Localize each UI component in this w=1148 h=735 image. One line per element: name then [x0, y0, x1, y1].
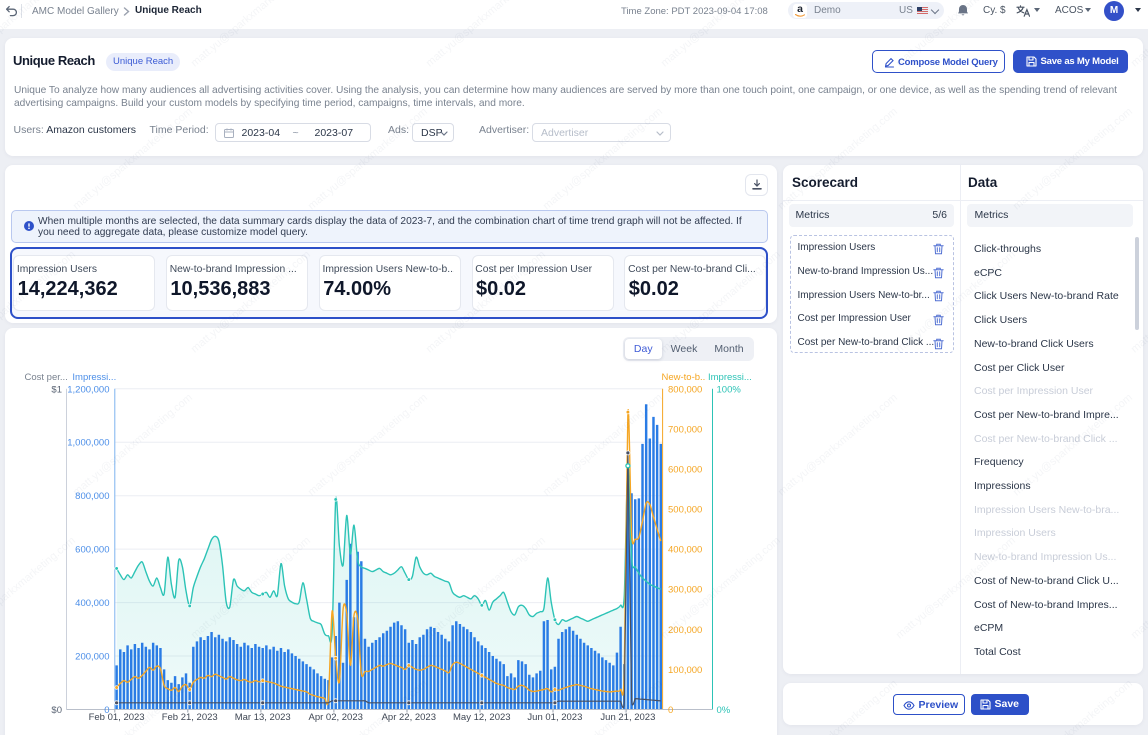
- svg-text:100,000: 100,000: [668, 664, 702, 675]
- svg-text:Impressi...: Impressi...: [708, 372, 752, 383]
- svg-text:200,000: 200,000: [75, 651, 109, 662]
- svg-text:800,000: 800,000: [75, 491, 109, 502]
- svg-text:$0: $0: [51, 705, 62, 716]
- svg-text:Impressi...: Impressi...: [72, 372, 116, 383]
- svg-text:600,000: 600,000: [668, 464, 702, 475]
- svg-text:200,000: 200,000: [668, 624, 702, 635]
- svg-text:1,200,000: 1,200,000: [67, 384, 109, 395]
- svg-text:300,000: 300,000: [668, 584, 702, 595]
- svg-text:500,000: 500,000: [668, 504, 702, 515]
- svg-text:Apr 22, 2023: Apr 22, 2023: [382, 712, 436, 723]
- svg-text:Feb 21, 2023: Feb 21, 2023: [162, 712, 218, 723]
- svg-text:1,000,000: 1,000,000: [67, 437, 109, 448]
- svg-text:400,000: 400,000: [668, 544, 702, 555]
- svg-text:600,000: 600,000: [75, 544, 109, 555]
- svg-text:Feb 01, 2023: Feb 01, 2023: [89, 712, 145, 723]
- svg-text:Cost per...: Cost per...: [25, 372, 68, 383]
- svg-text:700,000: 700,000: [668, 424, 702, 435]
- svg-text:Mar 13, 2023: Mar 13, 2023: [235, 712, 291, 723]
- svg-text:100%: 100%: [717, 384, 742, 395]
- svg-text:800,000: 800,000: [668, 384, 702, 395]
- svg-text:May 12, 2023: May 12, 2023: [453, 712, 511, 723]
- svg-text:0: 0: [668, 705, 673, 716]
- svg-text:0%: 0%: [717, 705, 731, 716]
- svg-text:Jun 01, 2023: Jun 01, 2023: [527, 712, 582, 723]
- svg-text:New-to-b..: New-to-b..: [662, 372, 706, 383]
- svg-text:Jun 21, 2023: Jun 21, 2023: [600, 712, 655, 723]
- svg-text:Apr 02, 2023: Apr 02, 2023: [308, 712, 362, 723]
- svg-text:400,000: 400,000: [75, 598, 109, 609]
- svg-text:$1: $1: [51, 384, 62, 395]
